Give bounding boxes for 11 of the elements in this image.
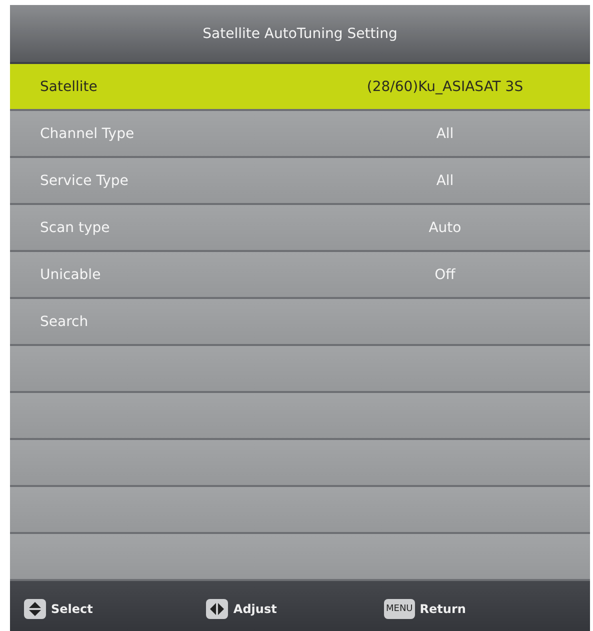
menu-item[interactable]: Unicable Off <box>10 252 590 299</box>
menu-item[interactable]: Satellite (28/60)Ku_ASIASAT 3S <box>10 64 590 111</box>
menu-item[interactable]: Search <box>10 299 590 346</box>
menu-item[interactable]: Channel Type All <box>10 111 590 158</box>
menu-key: MENU <box>384 599 415 619</box>
menu-item[interactable]: Service Type All <box>10 158 590 205</box>
menu-title: Satellite AutoTuning Setting <box>202 26 398 42</box>
hint-label: Return <box>420 602 466 616</box>
menu-item[interactable]: Scan type Auto <box>10 205 590 252</box>
hint-label: Adjust <box>233 602 277 616</box>
hint-label: Select <box>51 602 93 616</box>
